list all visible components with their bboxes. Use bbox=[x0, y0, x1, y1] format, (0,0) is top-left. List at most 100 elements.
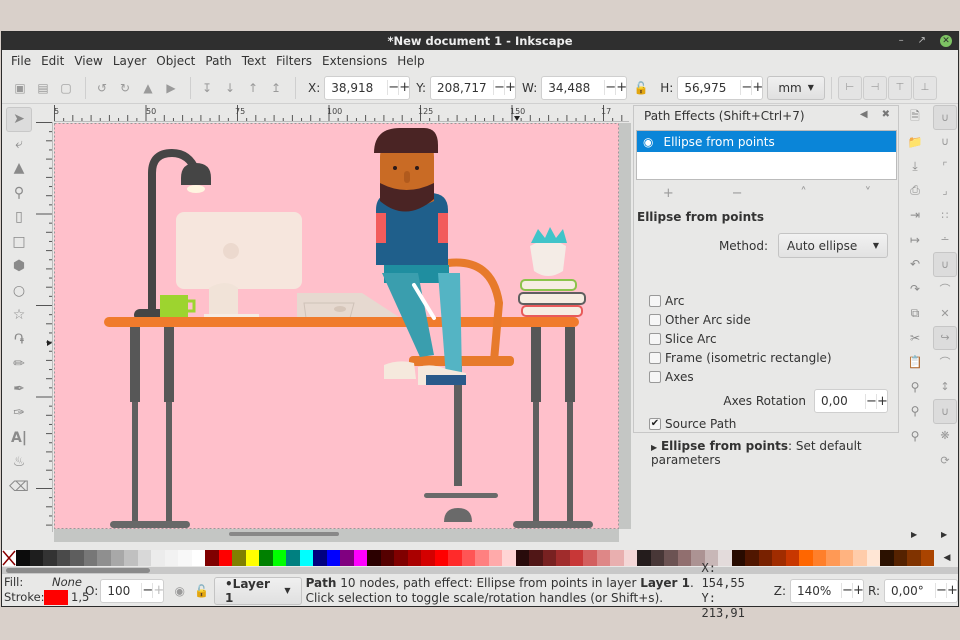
color-swatch[interactable] bbox=[16, 550, 30, 566]
palette-menu-icon[interactable]: ◀ bbox=[936, 550, 958, 566]
axes-rotation-decrement[interactable]: − bbox=[865, 393, 877, 409]
w-field[interactable]: 34,488− + bbox=[541, 75, 628, 100]
color-swatch[interactable] bbox=[137, 550, 151, 566]
pen-tool-icon[interactable]: ✒ bbox=[6, 377, 32, 402]
book-stack[interactable] bbox=[518, 279, 586, 317]
color-swatch[interactable] bbox=[97, 550, 111, 566]
color-swatch[interactable] bbox=[191, 550, 205, 566]
palette-scroll-thumb[interactable] bbox=[6, 568, 150, 573]
color-swatch[interactable] bbox=[596, 550, 610, 566]
fill-value[interactable]: None bbox=[52, 575, 82, 589]
remove-effect-button[interactable]: − bbox=[732, 186, 743, 201]
zoom-page-icon[interactable]: ⚲ bbox=[903, 424, 927, 449]
default-params-expander[interactable]: ▶ Ellipse from points: Set default param… bbox=[651, 439, 898, 467]
color-swatch[interactable] bbox=[664, 550, 678, 566]
color-swatch[interactable] bbox=[542, 550, 556, 566]
panel-iconify-icon[interactable]: ◀ bbox=[860, 109, 868, 120]
color-swatch[interactable] bbox=[839, 550, 853, 566]
color-swatch[interactable] bbox=[880, 550, 894, 566]
effect-item[interactable]: ◉ Ellipse from points bbox=[637, 131, 896, 152]
color-swatch[interactable] bbox=[353, 550, 367, 566]
redo-icon[interactable]: ↷ bbox=[903, 277, 927, 302]
lower-to-bottom-icon[interactable]: ↧ bbox=[197, 78, 217, 98]
color-swatch[interactable] bbox=[812, 550, 826, 566]
zoom-out-button[interactable]: − bbox=[840, 583, 853, 598]
frame-checkbox[interactable] bbox=[649, 352, 661, 364]
source-path-row[interactable]: ✔ Source Path bbox=[649, 417, 736, 431]
measure-tool-icon[interactable]: ▯ bbox=[6, 205, 32, 230]
paste-icon[interactable]: 📋 bbox=[903, 350, 927, 375]
x-decrement[interactable]: − bbox=[387, 80, 399, 95]
color-swatch[interactable] bbox=[29, 550, 43, 566]
snap-others-icon[interactable]: ∪ bbox=[933, 399, 957, 424]
other-arc-side-checkbox[interactable] bbox=[649, 314, 661, 326]
color-swatch[interactable] bbox=[394, 550, 408, 566]
snap-bbox-edge-icon[interactable]: ⌜ bbox=[933, 154, 957, 179]
pencil-tool-icon[interactable]: ✏ bbox=[6, 352, 32, 377]
color-swatch[interactable] bbox=[272, 550, 286, 566]
select-all-icon[interactable]: ▣ bbox=[10, 78, 30, 98]
calligraphy-tool-icon[interactable]: ✑ bbox=[6, 401, 32, 426]
snap-bbox-center-icon[interactable]: ∸ bbox=[933, 228, 957, 253]
zoom-selection-icon[interactable]: ⚲ bbox=[903, 375, 927, 400]
color-swatch[interactable] bbox=[326, 550, 340, 566]
h-field[interactable]: 56,975− + bbox=[677, 75, 764, 100]
color-swatch[interactable] bbox=[907, 550, 921, 566]
new-document-icon[interactable]: 🗎 bbox=[903, 105, 927, 130]
snap-bbox-corner-icon[interactable]: ⌟ bbox=[933, 179, 957, 204]
menu-help[interactable]: Help bbox=[392, 54, 429, 68]
rotate-cw-icon[interactable]: ↻ bbox=[115, 78, 135, 98]
spiral-tool-icon[interactable]: ֏ bbox=[6, 328, 32, 353]
maximize-button[interactable]: ↗ bbox=[918, 32, 926, 50]
copy-icon[interactable]: ⧉ bbox=[903, 301, 927, 326]
slice-arc-checkbox[interactable] bbox=[649, 333, 661, 345]
no-paint-swatch[interactable] bbox=[2, 550, 16, 566]
method-dropdown[interactable]: Auto ellipse ▼ bbox=[778, 233, 888, 258]
axes-rotation-increment[interactable]: + bbox=[876, 393, 888, 409]
color-swatch[interactable] bbox=[124, 550, 138, 566]
stroke-color-swatch[interactable] bbox=[44, 590, 68, 605]
layer-visibility-icon[interactable]: ◉ bbox=[170, 581, 189, 601]
color-swatch[interactable] bbox=[407, 550, 421, 566]
rotate-decrement[interactable]: − bbox=[935, 583, 947, 598]
vertical-scrollbar[interactable] bbox=[619, 123, 631, 529]
color-swatch[interactable] bbox=[110, 550, 124, 566]
axes-checkbox[interactable] bbox=[649, 371, 661, 383]
unit-dropdown[interactable]: mm ▼ bbox=[767, 75, 825, 100]
color-swatch[interactable] bbox=[650, 550, 664, 566]
y-field[interactable]: 208,717− + bbox=[430, 75, 517, 100]
arc-checkbox-row[interactable]: Arc bbox=[649, 294, 684, 308]
frame-row[interactable]: Frame (isometric rectangle) bbox=[649, 351, 832, 365]
axes-row[interactable]: Axes bbox=[649, 370, 694, 384]
person[interactable] bbox=[374, 128, 466, 385]
color-swatch[interactable] bbox=[785, 550, 799, 566]
color-swatch[interactable] bbox=[677, 550, 691, 566]
palette-scrollbar[interactable] bbox=[2, 567, 958, 574]
color-swatch[interactable] bbox=[772, 550, 786, 566]
color-swatch[interactable] bbox=[56, 550, 70, 566]
menu-filters[interactable]: Filters bbox=[271, 54, 317, 68]
export-icon[interactable]: ↦ bbox=[903, 228, 927, 253]
snap-intersection-icon[interactable]: ✕ bbox=[933, 301, 957, 326]
color-swatch[interactable] bbox=[448, 550, 462, 566]
opacity-value[interactable]: 100 bbox=[101, 584, 141, 598]
arc-checkbox[interactable] bbox=[649, 295, 661, 307]
color-swatch[interactable] bbox=[245, 550, 259, 566]
text-tool-icon[interactable]: A| bbox=[6, 426, 32, 451]
color-swatch[interactable] bbox=[799, 550, 813, 566]
color-swatch[interactable] bbox=[43, 550, 57, 566]
select-all-layers-icon[interactable]: ▤ bbox=[33, 78, 53, 98]
snap-enable-icon[interactable]: ∪ bbox=[933, 105, 957, 130]
color-swatch[interactable] bbox=[583, 550, 597, 566]
other-arc-side-row[interactable]: Other Arc side bbox=[649, 313, 751, 327]
drawing-canvas[interactable] bbox=[54, 123, 619, 529]
snap-center-icon[interactable]: ❋ bbox=[933, 424, 957, 449]
opacity-decrement[interactable]: − bbox=[141, 583, 153, 598]
color-swatch[interactable] bbox=[920, 550, 934, 566]
color-swatch[interactable] bbox=[340, 550, 354, 566]
undo-icon[interactable]: ↶ bbox=[903, 252, 927, 277]
color-swatch[interactable] bbox=[866, 550, 880, 566]
raise-icon[interactable]: ↑ bbox=[243, 78, 263, 98]
color-swatch[interactable] bbox=[569, 550, 583, 566]
color-swatch[interactable] bbox=[610, 550, 624, 566]
